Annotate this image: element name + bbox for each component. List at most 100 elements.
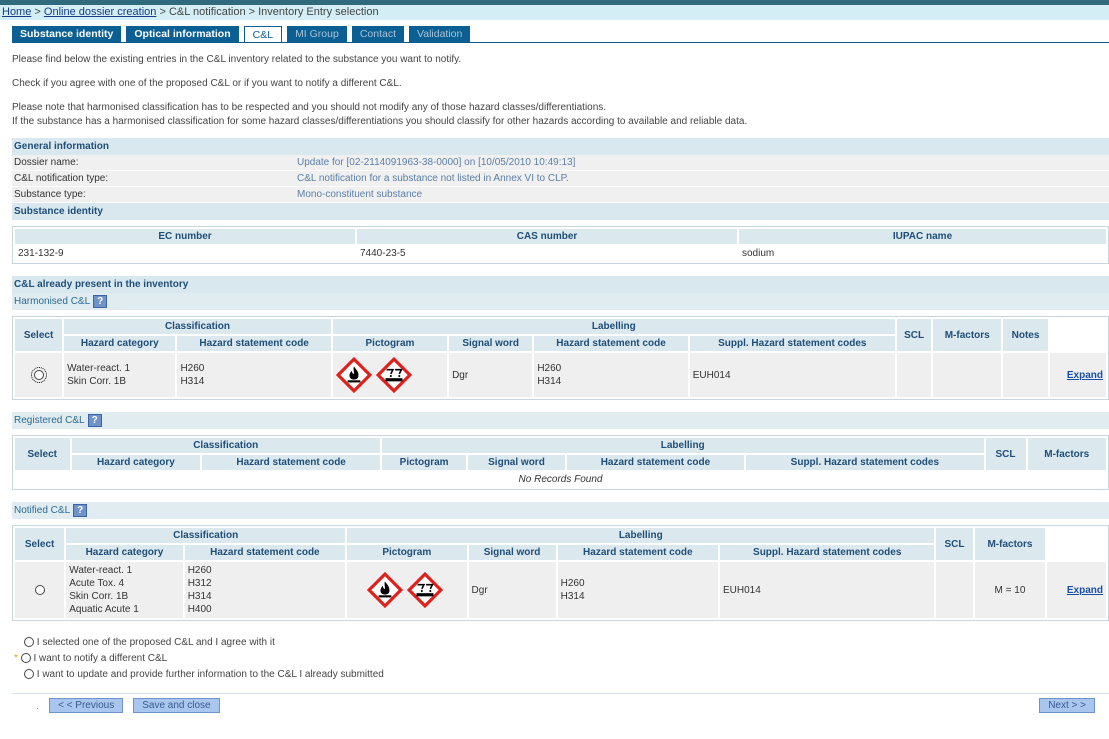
cas-number: 7440-23-5 bbox=[357, 246, 737, 261]
hazard-statement-code: H260 H312 H314 H400 bbox=[184, 562, 346, 618]
harmonised-table: Select Classification Labelling SCL M-factor… bbox=[13, 317, 1108, 399]
col-suppl: Suppl. Hazard statement codes bbox=[689, 336, 895, 351]
tab-validation[interactable]: Validation bbox=[409, 26, 471, 42]
registered-table-box: Select Classification Labelling SCL M-factor… bbox=[12, 435, 1109, 490]
col-select: Select bbox=[15, 438, 70, 470]
help-icon[interactable]: ? bbox=[93, 295, 108, 308]
col-expand bbox=[1049, 319, 1106, 351]
breadcrumb-current: > C&L notification > Inventory Entry sel… bbox=[159, 6, 379, 18]
col-hsc: Hazard statement code bbox=[202, 455, 380, 470]
label-hazard-statement-code: H260 H314 bbox=[557, 562, 718, 618]
value: C&L notification for a substance not lis… bbox=[297, 173, 569, 184]
expand-link[interactable]: Expand bbox=[1067, 370, 1103, 381]
col-signal: Signal word bbox=[468, 455, 565, 470]
m-factors: M = 10 bbox=[974, 562, 1046, 618]
signal-word: Dgr bbox=[468, 562, 556, 618]
col-labelling: Labelling bbox=[332, 319, 895, 334]
table-row: Water-react. 1 Skin Corr. 1B H260 H314 D… bbox=[15, 353, 1106, 397]
help-icon[interactable]: ? bbox=[73, 504, 88, 517]
col-hazard-category: Hazard category bbox=[64, 336, 176, 351]
no-records: No Records Found bbox=[15, 472, 1106, 487]
option-agree[interactable]: I selected one of the proposed C&L and I… bbox=[24, 635, 1109, 651]
select-radio[interactable] bbox=[34, 584, 45, 595]
tab-cl[interactable]: C&L bbox=[243, 26, 283, 42]
registered-header: Registered C&L? bbox=[12, 412, 1109, 429]
col-suppl: Suppl. Hazard statement codes bbox=[746, 455, 984, 470]
select-radio[interactable] bbox=[30, 366, 47, 383]
col-label-hsc: Hazard statement code bbox=[534, 336, 688, 351]
bullet: . bbox=[36, 699, 40, 712]
dossier-name-row: Dossier name: Update for [02-2114091963-3… bbox=[12, 155, 1109, 171]
col-mfactors: M-factors bbox=[974, 528, 1046, 560]
label: C&L notification type: bbox=[14, 173, 109, 184]
option-update[interactable]: I want to update and provide further inf… bbox=[24, 667, 1109, 683]
col-labelling: Labelling bbox=[347, 528, 935, 543]
col-expand bbox=[1047, 528, 1106, 560]
table-row: Water-react. 1 Acute Tox. 4 Skin Corr. 1… bbox=[15, 562, 1106, 618]
tab-mi-group[interactable]: MI Group bbox=[287, 26, 347, 42]
pictograms bbox=[347, 562, 467, 618]
suppl-codes: EUH014 bbox=[720, 562, 935, 618]
scl bbox=[936, 562, 973, 618]
breadcrumb: Home > Online dossier creation > C&L not… bbox=[0, 5, 1109, 20]
col-classification: Classification bbox=[64, 319, 331, 334]
col-scl: SCL bbox=[896, 319, 932, 351]
tab-substance-identity[interactable]: Substance identity bbox=[12, 26, 122, 42]
col-scl: SCL bbox=[936, 528, 973, 560]
expand-link[interactable]: Expand bbox=[1067, 585, 1103, 596]
save-and-close-button[interactable]: Save and close bbox=[133, 698, 220, 713]
next-button[interactable]: Next > > bbox=[1039, 698, 1095, 713]
label-hazard-statement-code: H260 H314 bbox=[534, 353, 688, 397]
col-mfactors: M-factors bbox=[1027, 438, 1106, 470]
identity-table: EC number CAS number IUPAC name 231-132-9 7… bbox=[13, 227, 1108, 263]
col-pictogram: Pictogram bbox=[381, 455, 467, 470]
radio[interactable] bbox=[20, 653, 31, 664]
radio[interactable] bbox=[24, 669, 34, 680]
col-iupac: IUPAC name bbox=[739, 229, 1106, 244]
notified-table-box: Select Classification Labelling SCL M-factor… bbox=[12, 525, 1109, 621]
notified-table: Select Classification Labelling SCL M-factor… bbox=[13, 526, 1108, 620]
option-group: I selected one of the proposed C&L and I… bbox=[14, 635, 1109, 683]
breadcrumb-online-dossier[interactable]: Online dossier creation bbox=[44, 6, 157, 18]
col-classification: Classification bbox=[71, 438, 380, 453]
col-scl: SCL bbox=[985, 438, 1026, 470]
label: I want to update and provide further inf… bbox=[36, 669, 384, 680]
option-different[interactable]: * I want to notify a different C&L bbox=[14, 651, 1109, 667]
col-suppl: Suppl. Hazard statement codes bbox=[720, 545, 935, 560]
flame-pictogram-icon bbox=[366, 571, 403, 609]
title: Notified C&L bbox=[14, 505, 71, 516]
col-hazard-category: Hazard category bbox=[66, 545, 183, 560]
value: Mono-constituent substance bbox=[297, 189, 423, 200]
col-mfactors: M-factors bbox=[933, 319, 1002, 351]
col-cas: CAS number bbox=[357, 229, 737, 244]
signal-word: Dgr bbox=[449, 353, 533, 397]
notes bbox=[1003, 353, 1048, 397]
tab-contact[interactable]: Contact bbox=[351, 26, 405, 42]
required-mark: * bbox=[14, 653, 18, 664]
footer-nav: . < < Previous Save and close Next > > bbox=[12, 693, 1109, 717]
harmonised-header: Harmonised C&L? bbox=[12, 293, 1109, 310]
suppl-codes: EUH014 bbox=[689, 353, 895, 397]
col-labelling: Labelling bbox=[381, 438, 984, 453]
label: Dossier name: bbox=[14, 157, 79, 168]
hazard-category: Water-react. 1 Skin Corr. 1B bbox=[64, 353, 176, 397]
help-icon[interactable]: ? bbox=[87, 414, 102, 427]
tab-optical-information[interactable]: Optical information bbox=[126, 26, 239, 42]
radio[interactable] bbox=[24, 637, 34, 648]
col-pictogram: Pictogram bbox=[332, 336, 448, 351]
col-select: Select bbox=[15, 319, 63, 351]
col-hsc: Hazard statement code bbox=[184, 545, 346, 560]
label: Substance type: bbox=[14, 189, 86, 200]
label: I want to notify a different C&L bbox=[33, 653, 168, 664]
title: Registered C&L bbox=[14, 415, 85, 426]
flame-pictogram-icon bbox=[335, 356, 372, 394]
col-signal: Signal word bbox=[468, 545, 556, 560]
pictograms bbox=[332, 353, 448, 397]
tab-bar: Substance identity Optical information C… bbox=[12, 26, 1109, 43]
inventory-header: C&L already present in the inventory bbox=[12, 276, 1109, 293]
col-hazard-category: Hazard category bbox=[71, 455, 201, 470]
previous-button[interactable]: < < Previous bbox=[49, 698, 124, 713]
substance-identity-header: Substance identity bbox=[12, 203, 1109, 220]
breadcrumb-home[interactable]: Home bbox=[2, 6, 31, 18]
corrosion-pictogram-icon bbox=[406, 571, 443, 609]
